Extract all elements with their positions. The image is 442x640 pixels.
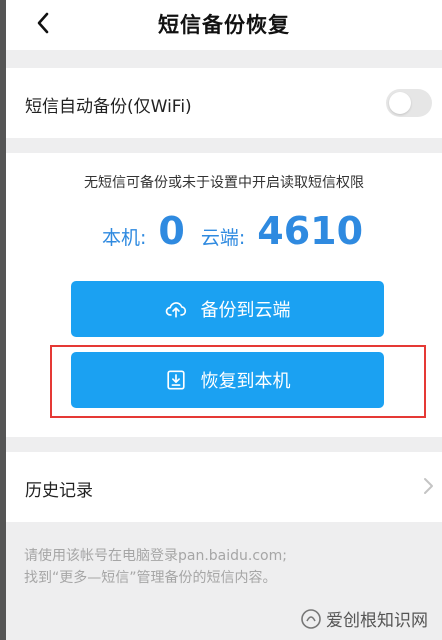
watermark-logo-icon: [301, 608, 321, 629]
permission-hint: 无短信可备份或未于设置中开启读取短信权限: [84, 175, 364, 191]
sms-counts: 本机: 0 云端: 4610: [102, 209, 363, 259]
watermark-text: 爱创根知识网: [326, 611, 428, 631]
local-count-value: 0: [158, 209, 185, 253]
footer-line-2: 找到“更多—短信”管理备份的短信内容。: [24, 570, 277, 586]
local-count-label: 本机:: [102, 227, 147, 249]
backup-button-label: 备份到云端: [200, 300, 291, 321]
top-bar: 短信备份恢复: [6, 0, 442, 50]
auto-backup-switch[interactable]: [386, 89, 432, 117]
page-title: 短信备份恢复: [158, 13, 290, 37]
footer-note: 请使用该帐号在电脑登录pan.baidu.com; 找到“更多—短信”管理备份的…: [24, 545, 424, 589]
history-label: 历史记录: [25, 481, 93, 501]
cloud-upload-icon: [165, 298, 187, 320]
chevron-right-icon: [424, 478, 433, 494]
backup-to-cloud-button[interactable]: 备份到云端: [71, 281, 384, 337]
switch-knob: [389, 92, 411, 114]
highlight-box: [50, 345, 426, 418]
history-row[interactable]: 历史记录: [6, 452, 442, 522]
footer-line-1: 请使用该帐号在电脑登录pan.baidu.com;: [24, 548, 287, 564]
watermark: 爱创根知识网: [300, 606, 428, 631]
auto-backup-row: 短信自动备份(仅WiFi): [6, 68, 442, 138]
cloud-count-value: 4610: [257, 209, 364, 253]
cloud-count-label: 云端:: [200, 227, 246, 249]
auto-backup-label: 短信自动备份(仅WiFi): [25, 97, 192, 117]
